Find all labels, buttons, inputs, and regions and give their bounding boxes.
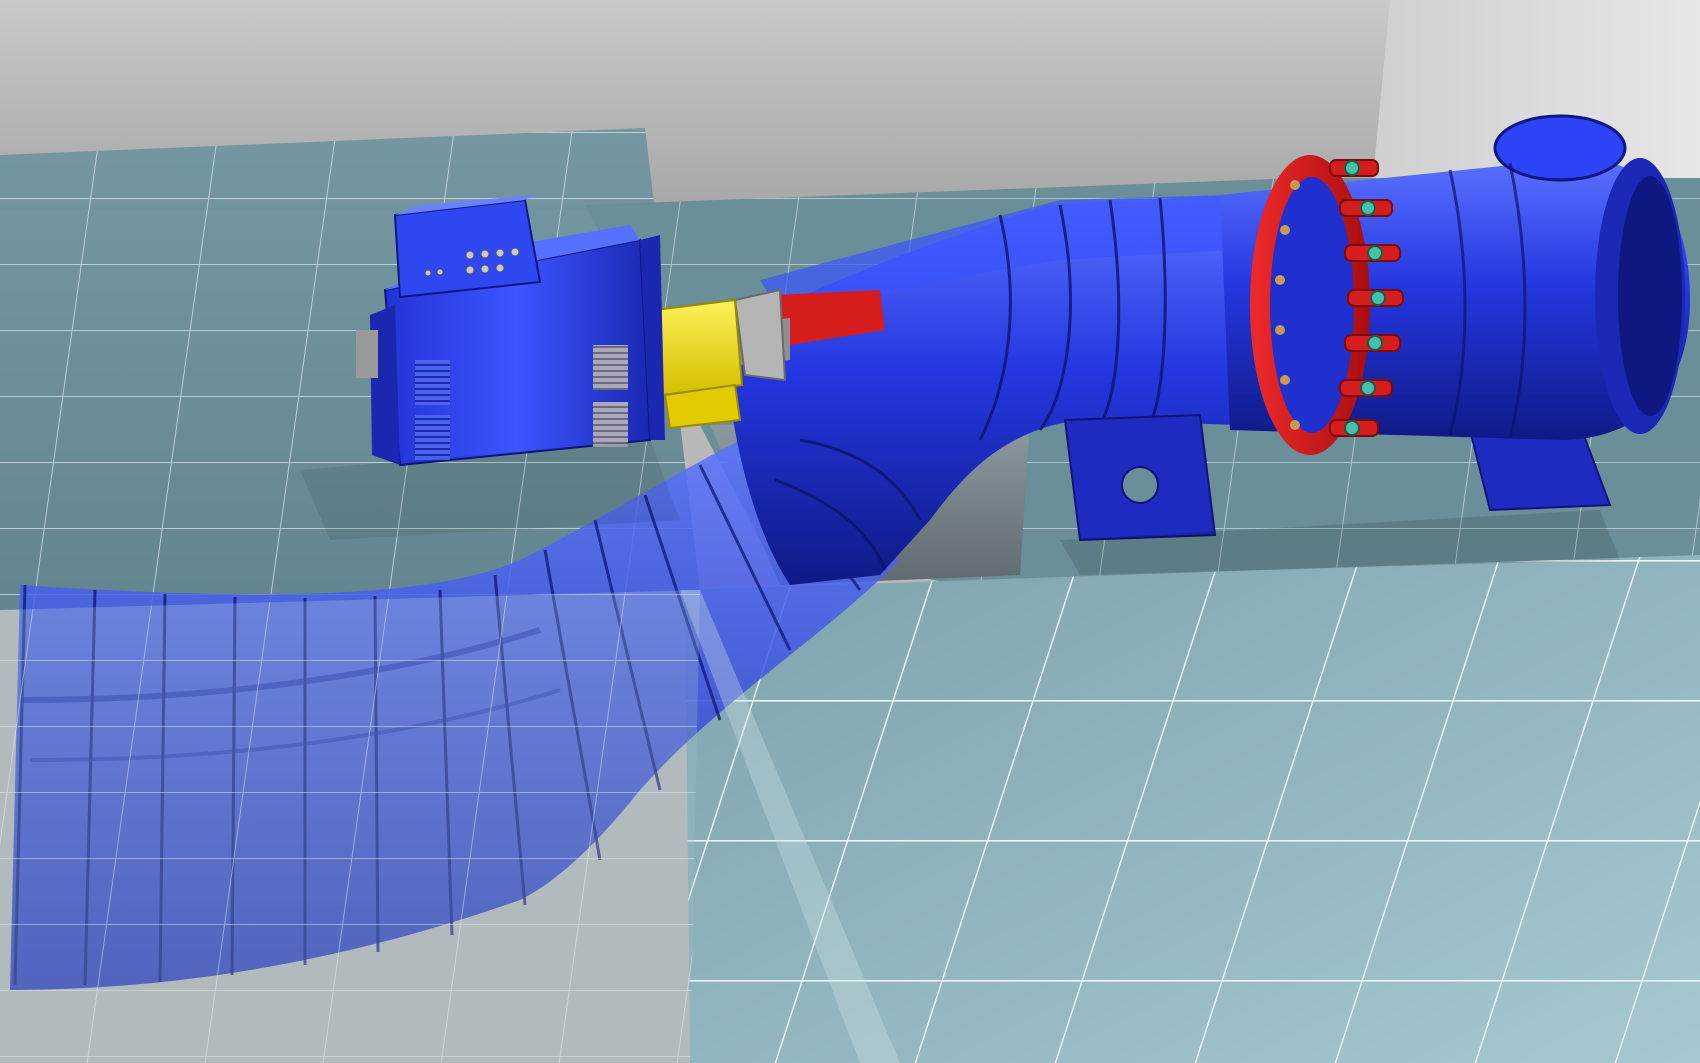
coupling-icon bbox=[653, 298, 744, 430]
turbine-render bbox=[0, 0, 1700, 1063]
cooling-vent bbox=[415, 415, 450, 460]
generator-icon bbox=[356, 195, 665, 467]
cooling-vent bbox=[415, 360, 450, 405]
inspection-hatch bbox=[1493, 114, 1627, 182]
cooling-vent bbox=[593, 345, 628, 390]
terminal-box bbox=[393, 198, 542, 299]
cooling-vent bbox=[593, 402, 628, 447]
